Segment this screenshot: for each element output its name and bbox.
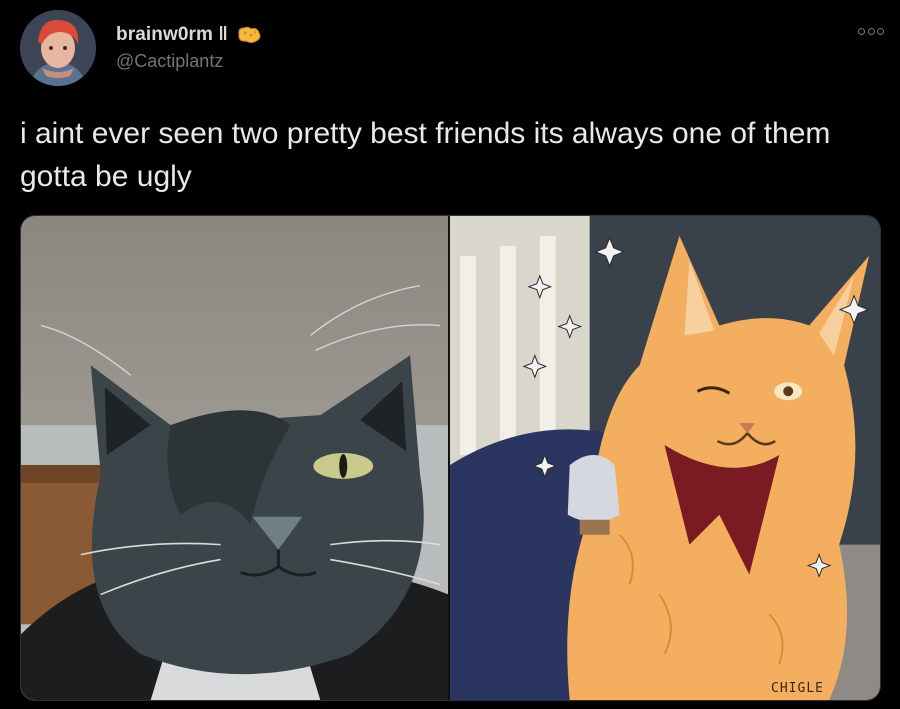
more-dot (858, 27, 865, 35)
handle[interactable]: @Cactiplantz (116, 51, 262, 72)
media-right[interactable]: CHIGLE (450, 216, 880, 700)
tweet: brainw0rm ‖ @Cactiplantz i aint ever see… (0, 0, 900, 709)
avatar[interactable] (20, 10, 96, 86)
tweet-header: brainw0rm ‖ @Cactiplantz (20, 10, 884, 90)
gray-cat-drawing-icon (21, 216, 448, 700)
more-options-icon[interactable] (858, 24, 884, 38)
tweet-media: CHIGLE (20, 215, 881, 701)
tweet-text: i aint ever seen two pretty best friends… (20, 117, 831, 193)
sponge-emoji-icon (238, 26, 261, 43)
media-left[interactable] (21, 216, 448, 700)
display-name[interactable]: brainw0rm ‖ (116, 24, 228, 46)
display-name-row: brainw0rm ‖ (116, 24, 262, 46)
more-dot (877, 27, 884, 35)
author-names: brainw0rm ‖ @Cactiplantz (116, 24, 262, 72)
avatar-icon (20, 10, 96, 86)
more-dot (867, 27, 875, 35)
artist-signature: CHIGLE (771, 681, 824, 696)
orange-cat-drawing-icon (450, 216, 880, 700)
